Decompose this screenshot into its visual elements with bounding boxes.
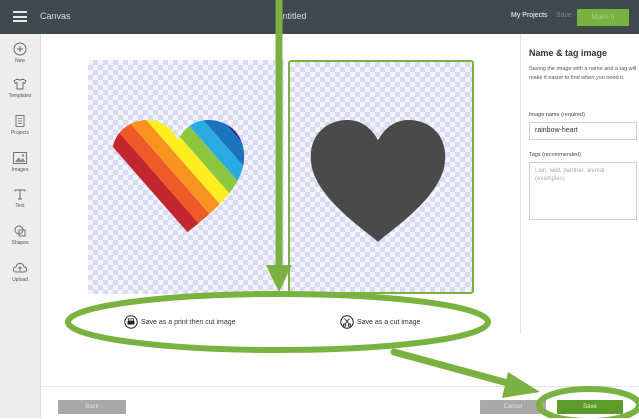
rainbow-stripes xyxy=(111,120,245,240)
sidebar-item-label: Upload xyxy=(12,277,28,283)
gray-heart-image xyxy=(310,120,446,242)
plus-circle-icon xyxy=(13,42,27,56)
sidebar-item-new[interactable]: New xyxy=(0,42,40,64)
panel-description: Saving the image with a name and a tag w… xyxy=(529,66,637,81)
sidebar-item-images[interactable]: Images xyxy=(0,151,40,173)
sidebar-item-projects[interactable]: Projects xyxy=(0,114,40,136)
cut-image-preview[interactable] xyxy=(288,60,474,294)
sidebar-item-label: Projects xyxy=(10,130,30,136)
sidebar-item-label: Text xyxy=(15,203,25,209)
top-save-button[interactable]: Save xyxy=(556,12,572,19)
save-button[interactable]: Save xyxy=(557,400,623,414)
print-then-cut-label: Save as a print then cut image xyxy=(141,318,236,326)
app-name: Canvas xyxy=(40,11,71,21)
sidebar-item-templates[interactable]: Templates xyxy=(0,77,40,99)
image-name-label: Image name (required) xyxy=(529,112,585,118)
my-projects-link[interactable]: My Projects xyxy=(511,12,548,19)
printer-icon xyxy=(124,315,138,329)
sidebar-item-label: Templates xyxy=(8,93,32,99)
sidebar-item-text[interactable]: Text xyxy=(0,187,40,209)
image-name-input[interactable]: rainbow-heart xyxy=(529,122,637,140)
panel-title: Name & tag image xyxy=(529,48,608,58)
name-tag-panel: Name & tag image Saving the image with a… xyxy=(520,34,639,334)
sidebar-item-shapes[interactable]: Shapes xyxy=(0,224,40,246)
sidebar-item-label: Shapes xyxy=(11,240,29,246)
cut-label: Save as a cut image xyxy=(357,318,421,326)
print-then-cut-preview[interactable] xyxy=(88,60,284,294)
tags-input[interactable]: Lion, wild, panther, animal (examples) xyxy=(529,162,637,220)
scissors-icon xyxy=(340,315,354,329)
cut-option[interactable]: Save as a cut image xyxy=(340,315,420,329)
upload-icon xyxy=(12,263,27,273)
back-button[interactable]: Back xyxy=(58,400,126,414)
cancel-button[interactable]: Cancel xyxy=(480,400,546,414)
document-title[interactable]: Untitled xyxy=(276,11,307,21)
text-icon xyxy=(14,189,26,200)
sidebar-item-label: New xyxy=(14,58,25,64)
print-then-cut-option[interactable]: Save as a print then cut image xyxy=(124,315,236,329)
hamburger-menu-icon[interactable] xyxy=(13,11,27,22)
shirt-icon xyxy=(13,78,27,90)
tags-label: Tags (recommended) xyxy=(529,152,581,158)
shapes-icon xyxy=(14,225,26,237)
top-bar: Canvas Untitled My Projects Save Make It xyxy=(0,0,639,34)
left-sidebar: New Templates Projects Images Text Shape… xyxy=(0,34,41,418)
projects-icon xyxy=(15,115,25,127)
sidebar-item-upload[interactable]: Upload xyxy=(0,261,40,283)
image-icon xyxy=(13,152,27,164)
bottom-bar xyxy=(41,386,639,419)
sidebar-item-label: Images xyxy=(11,167,29,173)
make-it-button[interactable]: Make It xyxy=(577,9,629,26)
rainbow-heart-image xyxy=(111,120,245,240)
